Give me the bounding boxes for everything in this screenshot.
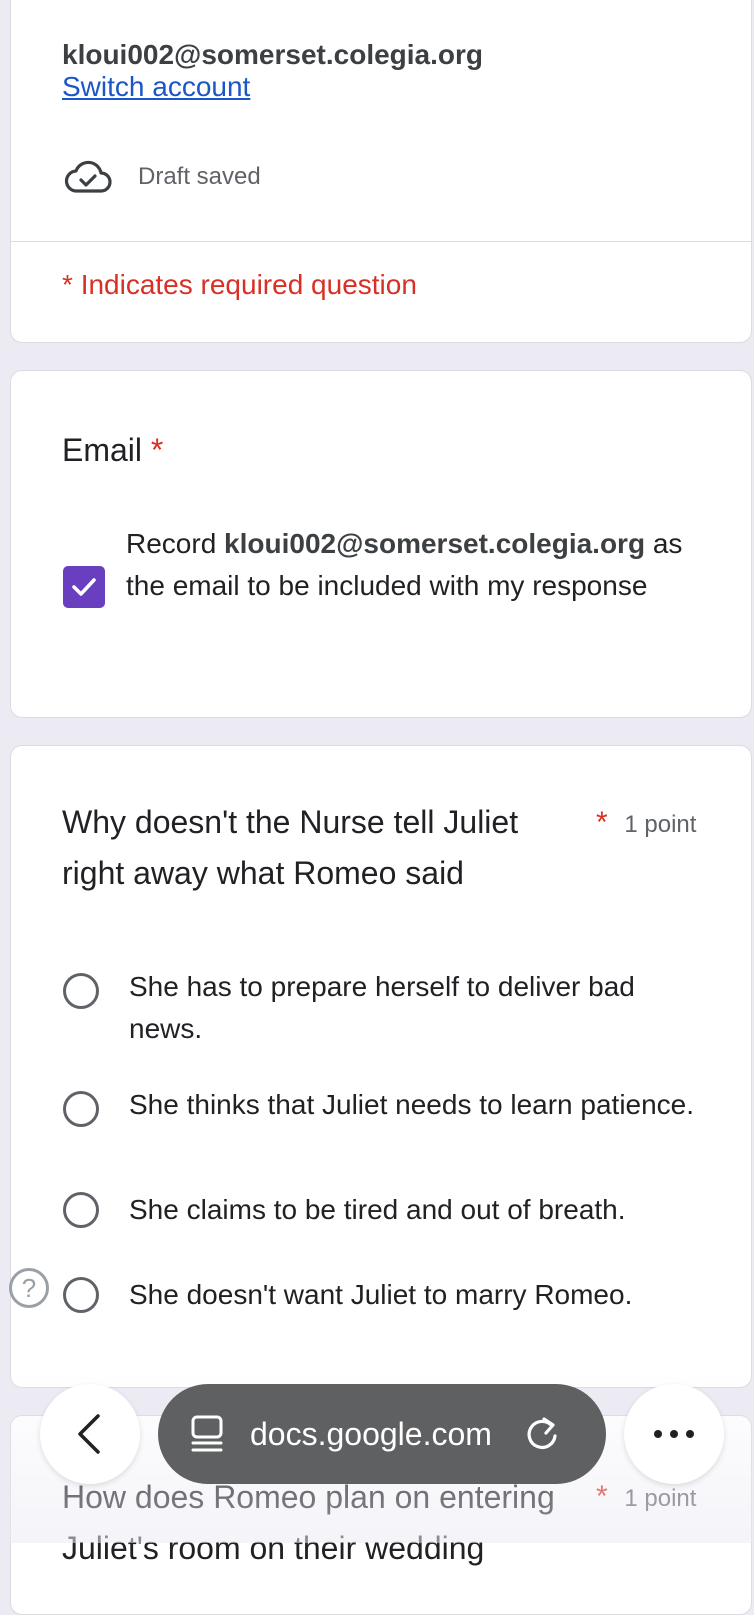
record-email-label[interactable]: Record kloui002@somerset.colegia.org as … <box>126 523 706 607</box>
reload-icon[interactable] <box>522 1414 562 1454</box>
switch-account-link[interactable]: Switch account <box>62 71 250 103</box>
url-text: docs.google.com <box>250 1415 492 1452</box>
answer-option[interactable]: She doesn't want Juliet to marry Romeo. <box>63 1274 709 1316</box>
radio-button[interactable] <box>63 1192 99 1228</box>
question-points: * 1 point <box>596 1480 696 1514</box>
draft-status: Draft saved <box>138 163 261 190</box>
option-label: She has to prepare herself to deliver ba… <box>129 971 635 1044</box>
option-label: She thinks that Juliet needs to learn pa… <box>129 1089 695 1120</box>
answer-option[interactable]: She has to prepare herself to deliver ba… <box>63 966 709 1050</box>
cloud-check-icon <box>64 160 112 193</box>
option-label: She doesn't want Juliet to marry Romeo. <box>129 1279 633 1310</box>
chevron-left-icon <box>78 1414 100 1454</box>
answer-option[interactable]: She claims to be tired and out of breath… <box>63 1189 709 1231</box>
more-options-button[interactable] <box>624 1384 724 1484</box>
required-star: * <box>596 1480 608 1513</box>
email-question-card: Email * Record kloui002@somerset.colegia… <box>10 370 752 718</box>
tab-view-icon <box>191 1415 223 1452</box>
required-note-text: Indicates required question <box>80 269 417 300</box>
question-title: Why doesn't the Nurse tell Juliet right … <box>62 804 519 891</box>
record-email: kloui002@somerset.colegia.org <box>224 528 646 559</box>
required-star: * <box>62 269 73 300</box>
points-label: 1 point <box>624 1485 697 1512</box>
required-star: * <box>596 806 608 839</box>
account-email: kloui002@somerset.colegia.org <box>62 39 484 70</box>
question-card: Why doesn't the Nurse tell Juliet right … <box>10 745 752 1388</box>
account-card: kloui002@somerset.colegia.org Switch acc… <box>10 0 752 343</box>
record-email-checkbox[interactable] <box>63 566 105 608</box>
more-horizontal-icon <box>654 1430 694 1438</box>
email-question-title: Email * <box>62 425 163 476</box>
check-icon <box>72 578 96 596</box>
email-title-text: Email <box>62 432 143 468</box>
record-prefix: Record <box>126 528 217 559</box>
required-star: * <box>150 432 164 468</box>
radio-button[interactable] <box>63 973 99 1009</box>
back-button[interactable] <box>40 1384 140 1484</box>
question-title: How does Romeo plan on entering Juliet's… <box>62 1479 555 1566</box>
answer-option[interactable]: She thinks that Juliet needs to learn pa… <box>63 1084 709 1127</box>
radio-button[interactable] <box>63 1091 99 1127</box>
required-note: * Indicates required question <box>62 269 417 301</box>
points-label: 1 point <box>624 811 697 838</box>
radio-button[interactable] <box>63 1277 99 1313</box>
url-bar[interactable]: docs.google.com <box>158 1384 606 1484</box>
divider <box>11 241 751 242</box>
option-label: She claims to be tired and out of breath… <box>129 1194 626 1225</box>
question-points: * 1 point <box>596 806 696 840</box>
help-icon[interactable]: ? <box>9 1268 49 1308</box>
